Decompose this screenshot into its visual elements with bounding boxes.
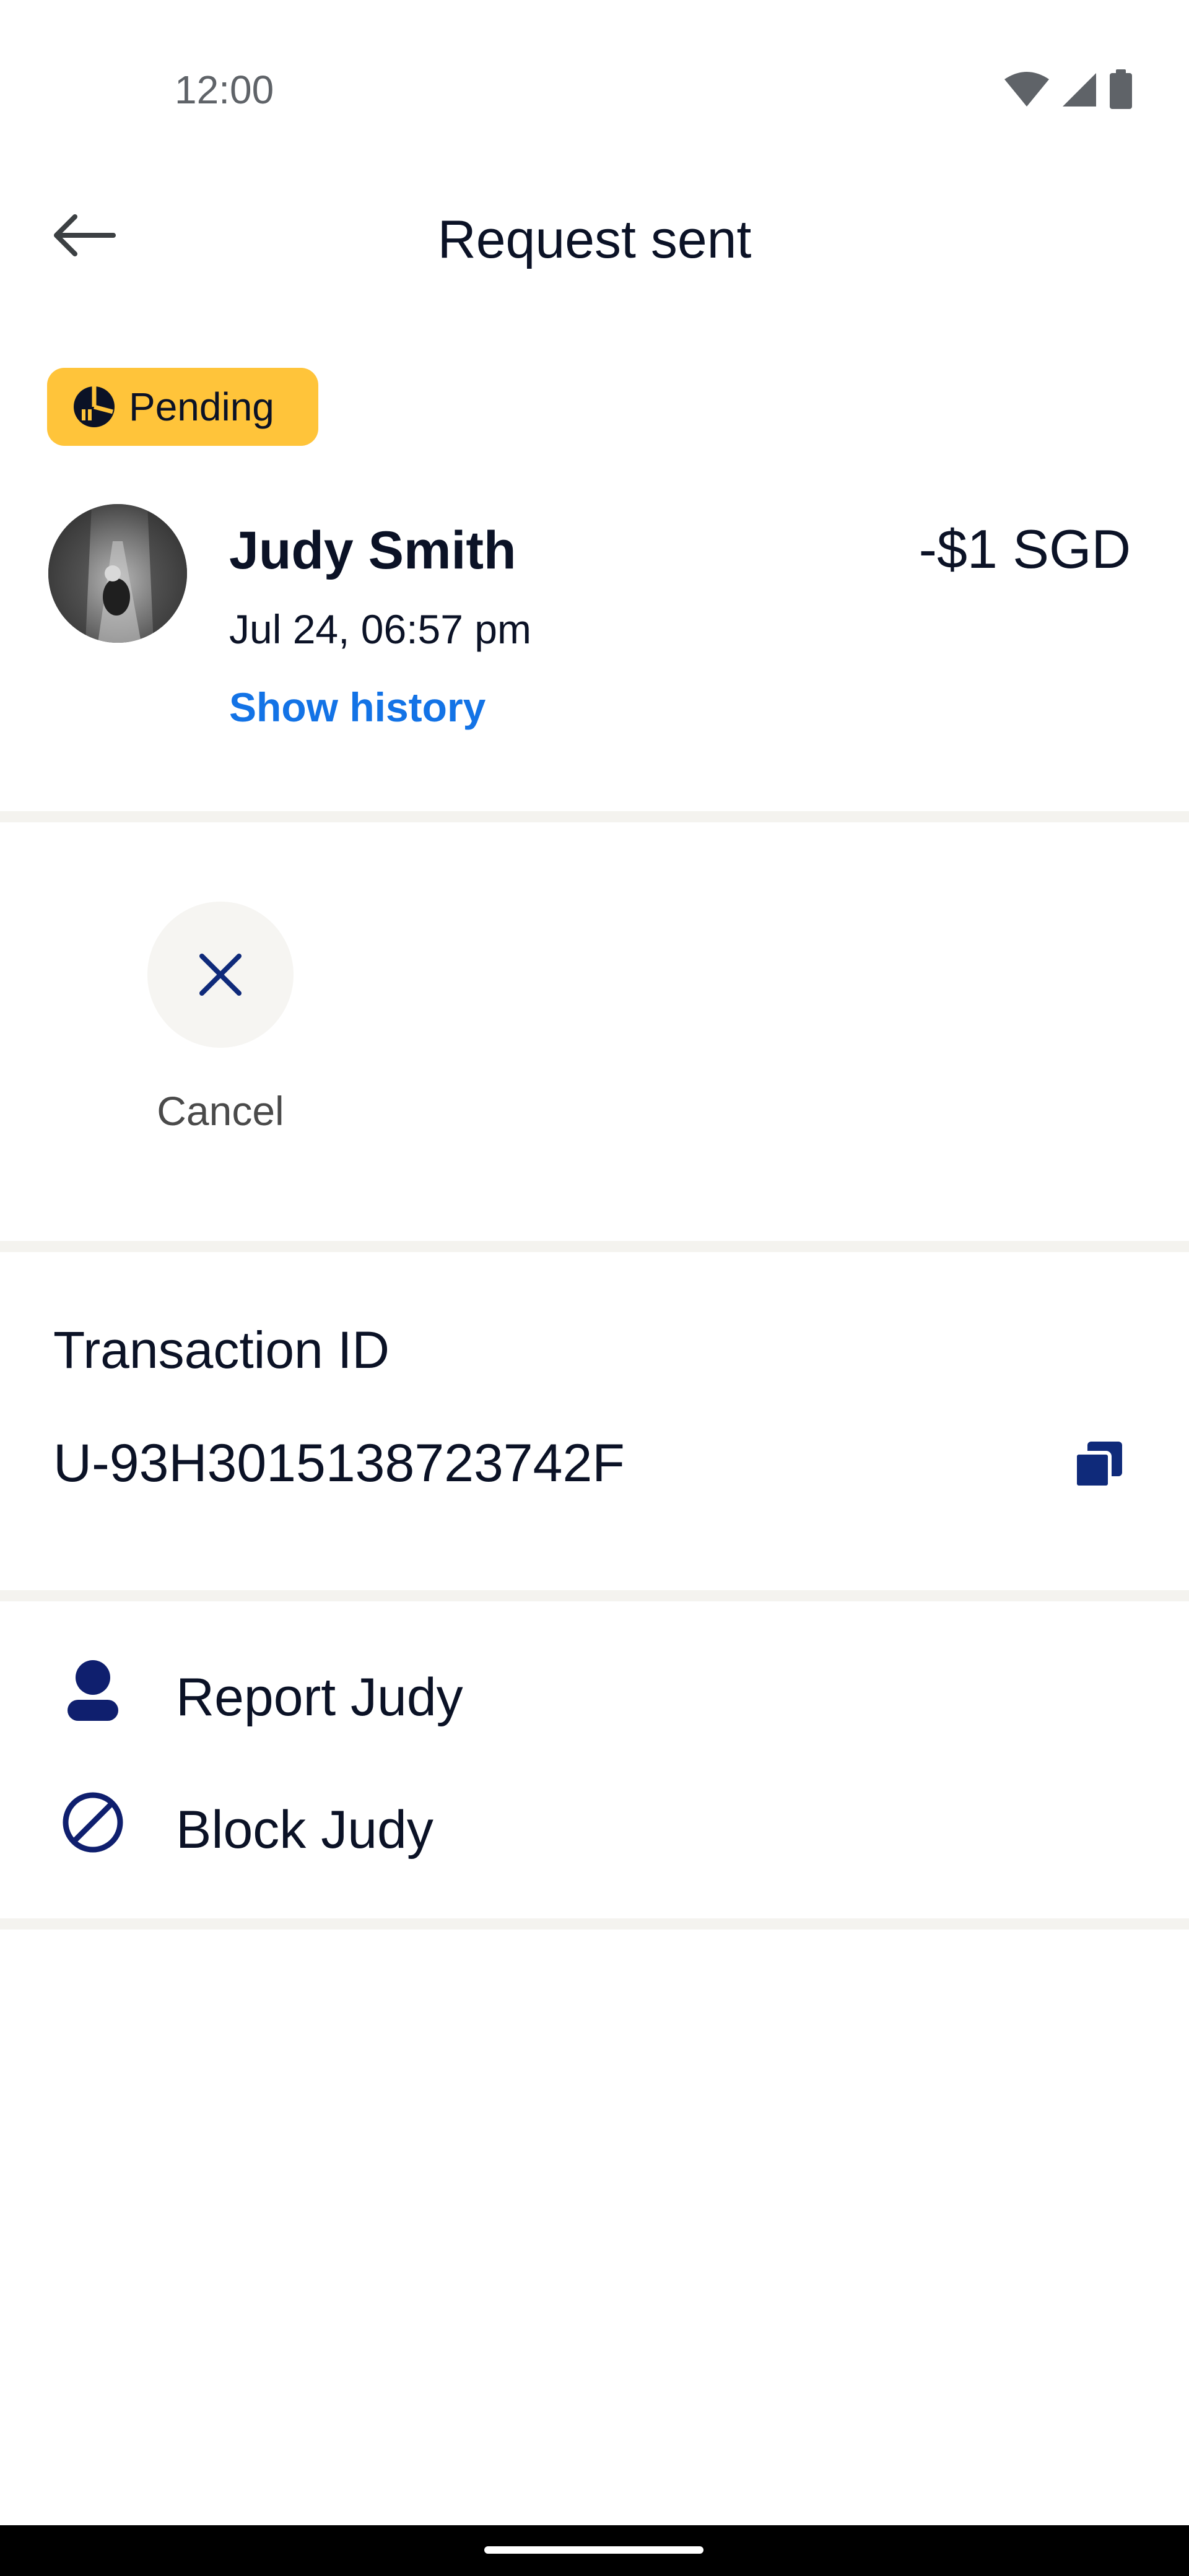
status-badge-label: Pending [129, 385, 274, 429]
status-bar: 12:00 [0, 0, 1189, 136]
transaction-id-value: U-93H3015138723742F [53, 1434, 625, 1493]
home-indicator[interactable] [484, 2546, 703, 2554]
section-divider [0, 811, 1189, 822]
app-bar: Request sent [0, 186, 1189, 285]
cancel-button[interactable] [147, 902, 294, 1048]
battery-icon [1110, 69, 1132, 109]
report-contact-label: Report Judy [176, 1668, 463, 1727]
page-title: Request sent [437, 210, 752, 269]
show-history-link[interactable]: Show history [229, 684, 486, 731]
person-icon [56, 1656, 130, 1724]
contact-name: Judy Smith [229, 521, 516, 580]
copy-icon [1073, 1442, 1122, 1489]
report-contact-row[interactable]: Report Judy [0, 1631, 1189, 1749]
wifi-icon [1004, 72, 1049, 107]
transaction-date: Jul 24, 06:57 pm [229, 606, 531, 652]
copy-transaction-id-button[interactable] [1061, 1434, 1136, 1496]
section-divider [0, 1590, 1189, 1601]
section-divider [0, 1918, 1189, 1930]
avatar-photo [48, 504, 187, 643]
section-divider [0, 1241, 1189, 1252]
pending-clock-icon [74, 386, 115, 427]
status-time: 12:00 [175, 67, 274, 112]
transaction-id-label: Transaction ID [53, 1321, 390, 1379]
block-contact-row[interactable]: Block Judy [0, 1764, 1189, 1881]
transaction-amount: -$1 SGD [918, 518, 1131, 580]
request-sent-screen: 12:00 Request sent Pending Judy Smith -$… [0, 0, 1189, 2576]
cellular-signal-icon [1063, 73, 1096, 107]
block-icon [56, 1788, 130, 1856]
cancel-label: Cancel [157, 1088, 284, 1134]
avatar [48, 504, 187, 643]
block-contact-label: Block Judy [176, 1800, 433, 1860]
close-icon [199, 954, 242, 996]
status-badge: Pending [47, 368, 318, 446]
status-icons [1003, 69, 1133, 109]
